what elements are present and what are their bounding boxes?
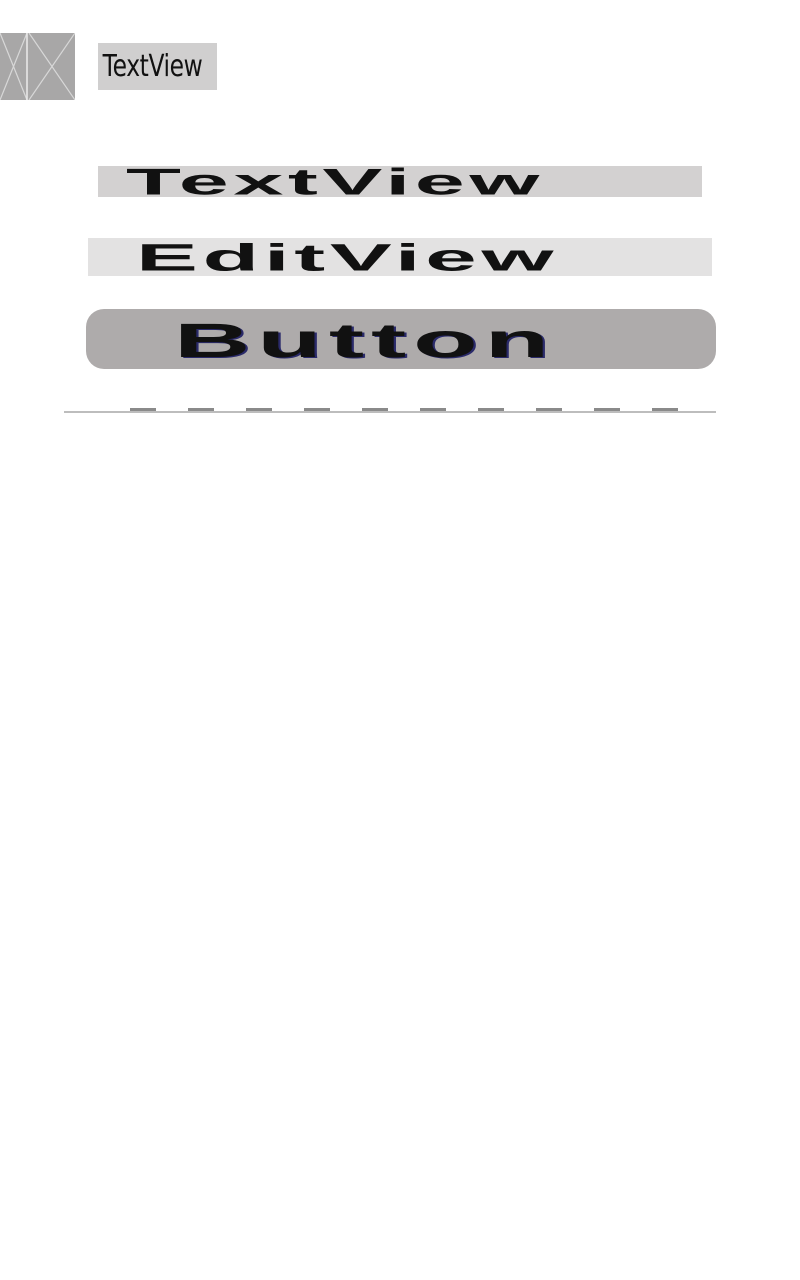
edit-view-field[interactable]: EditView: [88, 238, 712, 276]
main-button[interactable]: Button: [86, 309, 716, 369]
header-textview-label: TextView: [102, 49, 203, 84]
textview-wide: TextView: [98, 166, 702, 197]
image-placeholder-icon: [0, 33, 75, 100]
divider-line: [64, 411, 716, 413]
header-textview: TextView: [98, 43, 217, 90]
edit-view-label: EditView: [136, 238, 559, 276]
textview-wide-label: TextView: [126, 166, 544, 197]
main-button-label: Button: [174, 312, 557, 368]
